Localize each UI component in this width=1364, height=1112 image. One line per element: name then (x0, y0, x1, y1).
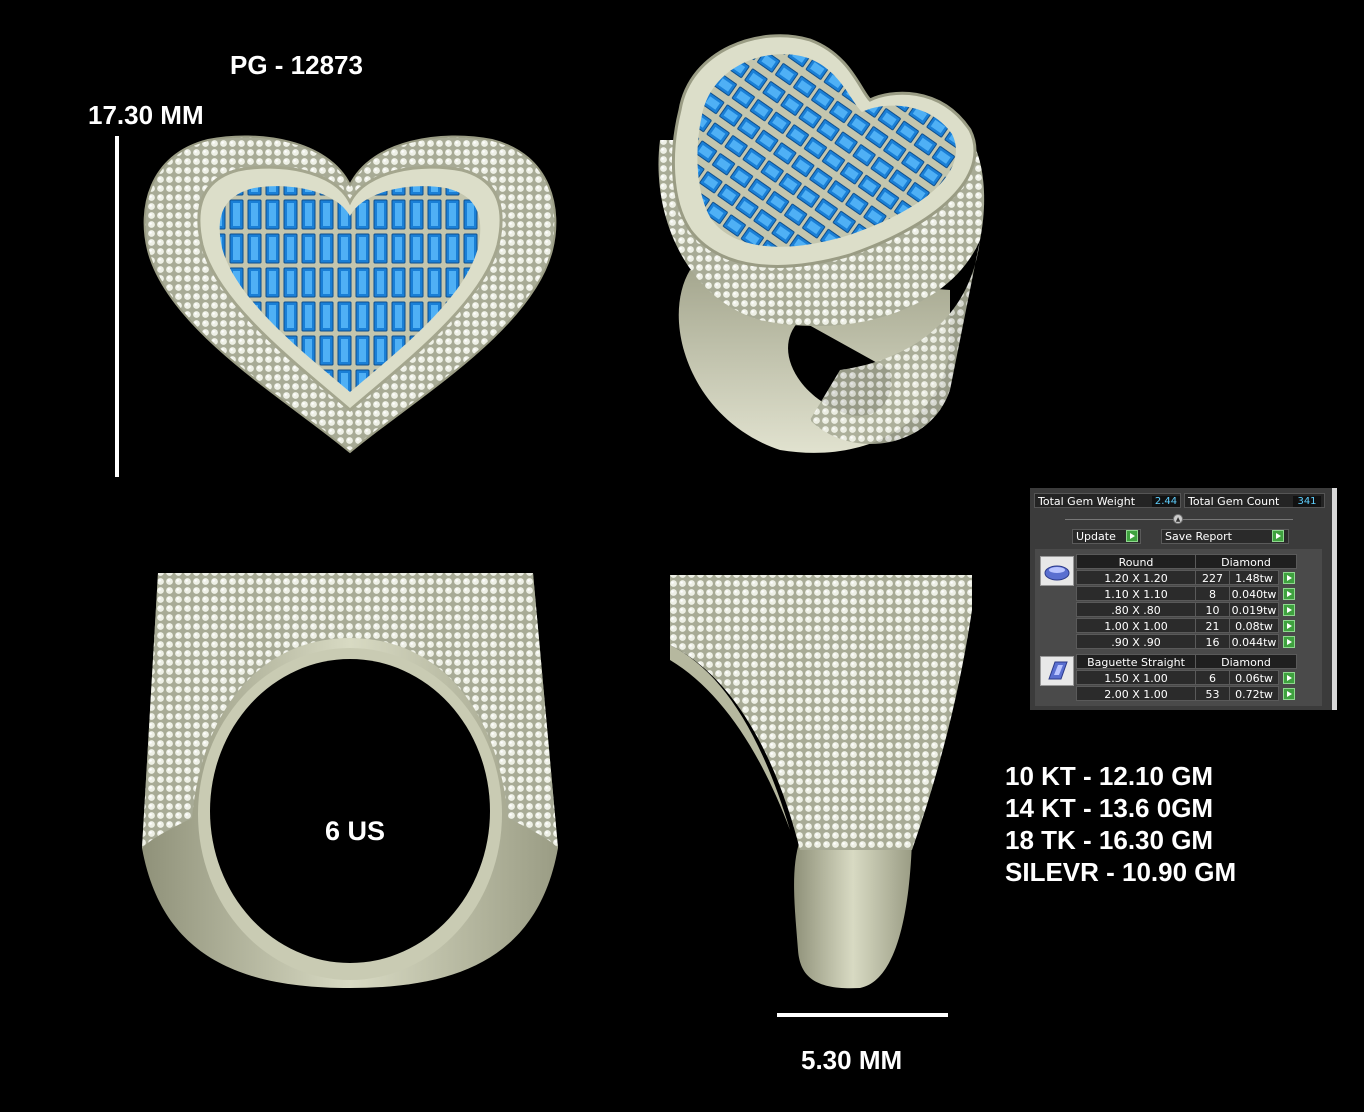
ring-front-view (142, 573, 558, 988)
row-weight: 0.06tw (1229, 670, 1279, 685)
width-dimension-line (777, 1013, 948, 1017)
row-weight: 0.08tw (1229, 618, 1279, 633)
row-play-icon[interactable] (1283, 604, 1295, 616)
row-play-icon[interactable] (1283, 588, 1295, 600)
save-report-play-icon[interactable] (1272, 530, 1284, 542)
design-code-label: PG - 12873 (230, 50, 363, 80)
total-gem-weight-box: Total Gem Weight 2.44 (1034, 493, 1181, 508)
save-report-button-label: Save Report (1165, 530, 1232, 543)
ring-size-label: 6 US (325, 816, 386, 846)
ring-side-view (670, 575, 972, 989)
row-weight: 0.040tw (1229, 586, 1279, 601)
total-gem-count-value: 341 (1293, 496, 1321, 507)
row-weight: 0.72tw (1229, 686, 1279, 701)
row-size: .80 X .80 (1076, 602, 1196, 617)
row-count: 227 (1195, 570, 1230, 585)
row-weight: 0.044tw (1229, 634, 1279, 649)
row-size: 1.20 X 1.20 (1076, 570, 1196, 585)
baguette-stone-icon[interactable] (1040, 656, 1074, 686)
update-button-label: Update (1076, 530, 1116, 543)
gem-table: Round Diamond 1.20 X 1.20 227 1.48tw 1.1… (1035, 549, 1322, 706)
total-gem-weight-value: 2.44 (1152, 496, 1180, 507)
weight-line-silver: SILEVR - 10.90 GM (1005, 857, 1237, 887)
row-play-icon[interactable] (1283, 636, 1295, 648)
group-baguette-material-header: Diamond (1195, 654, 1297, 669)
update-play-icon[interactable] (1126, 530, 1138, 542)
height-dimension-label: 17.30 MM (88, 100, 204, 130)
row-size: 1.10 X 1.10 (1076, 586, 1196, 601)
row-size: .90 X .90 (1076, 634, 1196, 649)
row-weight: 0.019tw (1229, 602, 1279, 617)
row-play-icon[interactable] (1283, 572, 1295, 584)
group-round-material-header: Diamond (1195, 554, 1297, 569)
row-size: 2.00 X 1.00 (1076, 686, 1196, 701)
ring-top-view (143, 135, 557, 454)
row-count: 21 (1195, 618, 1230, 633)
total-gem-count-label: Total Gem Count (1188, 495, 1280, 508)
ring-perspective-view (658, 34, 985, 453)
group-baguette-shape-header: Baguette Straight (1076, 654, 1196, 669)
metal-weights-list: 10 KT - 12.10 GM 14 KT - 13.6 0GM 18 TK … (1005, 760, 1236, 888)
row-count: 10 (1195, 602, 1230, 617)
weight-line-14kt: 14 KT - 13.6 0GM (1005, 793, 1214, 823)
total-gem-weight-label: Total Gem Weight (1038, 495, 1136, 508)
row-weight: 1.48tw (1229, 570, 1279, 585)
total-gem-count-box: Total Gem Count 341 (1184, 493, 1325, 508)
row-size: 1.00 X 1.00 (1076, 618, 1196, 633)
row-count: 6 (1195, 670, 1230, 685)
height-dimension-line (115, 136, 119, 477)
row-play-icon[interactable] (1283, 688, 1295, 700)
weight-line-18kt: 18 TK - 16.30 GM (1005, 825, 1214, 855)
row-play-icon[interactable] (1283, 672, 1295, 684)
row-size: 1.50 X 1.00 (1076, 670, 1196, 685)
row-count: 8 (1195, 586, 1230, 601)
save-report-button[interactable]: Save Report (1161, 529, 1289, 544)
gem-report-panel: Total Gem Weight 2.44 Total Gem Count 34… (1030, 488, 1337, 710)
weight-line-10kt: 10 KT - 12.10 GM (1005, 761, 1214, 791)
round-stone-icon[interactable] (1040, 556, 1074, 586)
row-count: 53 (1195, 686, 1230, 701)
row-count: 16 (1195, 634, 1230, 649)
group-round-shape-header: Round (1076, 554, 1196, 569)
panel-slider-knob[interactable]: ▲ (1173, 514, 1183, 524)
row-play-icon[interactable] (1283, 620, 1295, 632)
width-dimension-label: 5.30 MM (801, 1045, 903, 1075)
